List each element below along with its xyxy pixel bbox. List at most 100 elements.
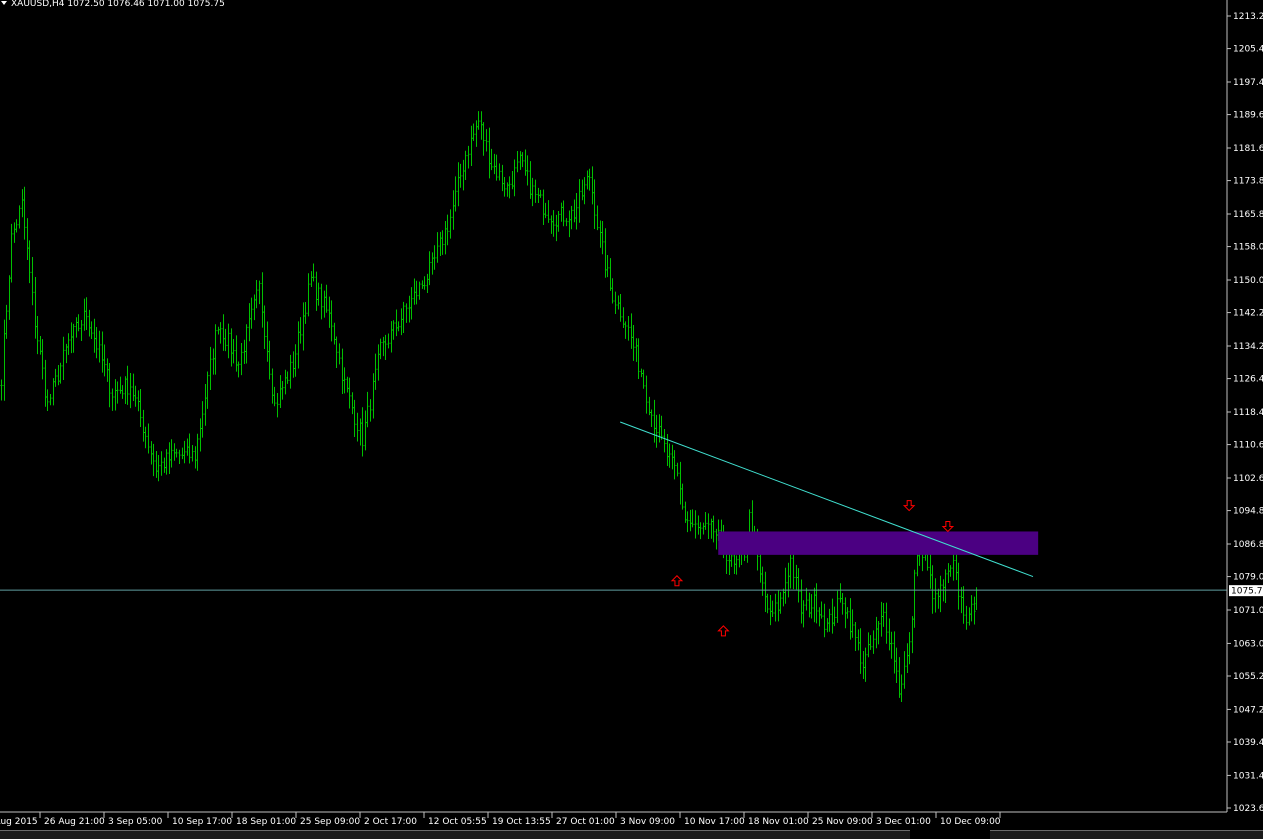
- ohlc-bar: [759, 552, 762, 583]
- ohlc-bar: [431, 252, 434, 275]
- ohlc-bar: [261, 272, 264, 328]
- ohlc-bar: [439, 231, 442, 256]
- ohlc-bar: [214, 324, 217, 375]
- y-tick-label: 1086.80: [1233, 540, 1263, 550]
- ohlc-bar: [224, 328, 227, 352]
- ohlc-bar: [694, 510, 697, 539]
- ohlc-bar: [297, 321, 300, 369]
- ohlc-bar: [436, 232, 439, 263]
- y-tick-label: 1189.60: [1233, 111, 1263, 121]
- ohlc-bar: [243, 339, 246, 365]
- triangle-down-icon[interactable]: [1, 1, 7, 5]
- ohlc-bar: [124, 376, 127, 405]
- ohlc-bar: [273, 386, 276, 407]
- ohlc-bar: [498, 163, 501, 181]
- ohlc-bar: [351, 392, 354, 415]
- ohlc-bar: [46, 389, 49, 411]
- ohlc-bar: [583, 177, 586, 205]
- ohlc-bar: [521, 152, 524, 168]
- ohlc-bar: [83, 298, 86, 331]
- ohlc-bar: [823, 603, 826, 638]
- ohlc-bar: [676, 462, 679, 477]
- ohlc-bar: [655, 414, 658, 448]
- x-tick-label: 18 Sep 01:00: [236, 817, 296, 827]
- ohlc-bar: [279, 375, 282, 409]
- ohlc-bar: [792, 551, 795, 590]
- x-tick-label: 25 Nov 09:00: [812, 817, 873, 827]
- ohlc-bar: [150, 441, 153, 465]
- x-tick-label: 3 Nov 09:00: [620, 817, 675, 827]
- ohlc-bar: [444, 220, 447, 255]
- ohlc-bar: [578, 179, 581, 223]
- ohlc-bar: [839, 583, 842, 603]
- arrow-up-icon: [717, 625, 730, 637]
- ohlc-bar: [769, 594, 772, 626]
- time-axis: 19 Aug 2015 26 Aug 21:003 Sep 05:00 10 Sep…: [0, 811, 1227, 827]
- ohlc-bar: [36, 316, 39, 355]
- ohlc-bar: [323, 290, 326, 318]
- ohlc-bar: [70, 322, 73, 354]
- ohlc-bar: [116, 381, 119, 404]
- price-axis: 1213.20 1205.40 1197.40 1189.60 1181.60 1173.…: [1226, 0, 1263, 814]
- y-tick-label: 1181.60: [1233, 144, 1263, 154]
- ohlc-bar: [312, 263, 315, 282]
- x-tick-label: 19 Aug 2015: [0, 817, 38, 827]
- ohlc-bar: [168, 442, 171, 475]
- ohlc-bar: [550, 215, 553, 234]
- ohlc-bar: [508, 176, 511, 199]
- ohlc-bar: [157, 455, 160, 482]
- ohlc-bar: [604, 228, 607, 278]
- ohlc-bar: [877, 621, 880, 645]
- ohlc-bar: [833, 606, 836, 627]
- ohlc-bar: [800, 579, 803, 624]
- ohlc-bar: [939, 575, 942, 613]
- ohlc-bar: [893, 631, 896, 674]
- ohlc-bar: [552, 210, 555, 237]
- ohlc-bar: [415, 280, 418, 305]
- x-tick-label: 2 Oct 17:00: [364, 817, 417, 827]
- ohlc-bar: [957, 562, 960, 610]
- ohlc-bar: [565, 218, 568, 227]
- ohlc-bar: [62, 336, 65, 381]
- ohlc-bar: [630, 313, 633, 349]
- ohlc-bar: [524, 149, 527, 176]
- ohlc-bar: [333, 322, 336, 345]
- ohlc-bar: [689, 509, 692, 532]
- ohlc-bar: [155, 450, 158, 478]
- x-tick-label: 25 Sep 09:00: [300, 817, 360, 827]
- ohlc-bar: [88, 309, 91, 337]
- ohlc-bar: [364, 410, 367, 451]
- ohlc-bar: [0, 379, 3, 401]
- ohlc-bar: [653, 399, 656, 443]
- ohlc-bar: [911, 616, 914, 654]
- ohlc-bar: [39, 336, 42, 355]
- ohlc-bar: [59, 362, 62, 384]
- ohlc-bar: [408, 295, 411, 323]
- ohlc-bar: [245, 324, 248, 364]
- ohlc-bar: [872, 630, 875, 654]
- ohlc-bar: [137, 390, 140, 412]
- ohlc-bar: [276, 393, 279, 418]
- ohlc-bar: [114, 379, 117, 411]
- ohlc-bar: [372, 373, 375, 419]
- ohlc-bar: [346, 376, 349, 393]
- ohlc-bar: [194, 446, 197, 469]
- ohlc-bar: [777, 590, 780, 622]
- ohlc-bar: [949, 565, 952, 577]
- ohlc-bar: [828, 608, 831, 632]
- ohlc-bar: [710, 518, 713, 539]
- ohlc-bar: [782, 588, 785, 607]
- ohlc-bar: [160, 451, 163, 476]
- ohlc-bar: [163, 457, 166, 473]
- ohlc-bar: [307, 273, 310, 317]
- y-tick-label: 1039.40: [1233, 738, 1263, 748]
- ohlc-bar: [206, 371, 209, 409]
- ohlc-bar: [764, 571, 767, 613]
- ohlc-bar: [526, 155, 529, 186]
- ohlc-bar: [459, 163, 462, 188]
- ohlc-bar: [338, 343, 341, 365]
- price-chart[interactable]: XAUUSD,H4 1072.50 1076.46 1071.00 1075.7…: [0, 0, 1263, 838]
- ohlc-bar: [544, 202, 547, 219]
- ohlc-bar: [529, 161, 532, 199]
- ohlc-bar: [831, 598, 834, 634]
